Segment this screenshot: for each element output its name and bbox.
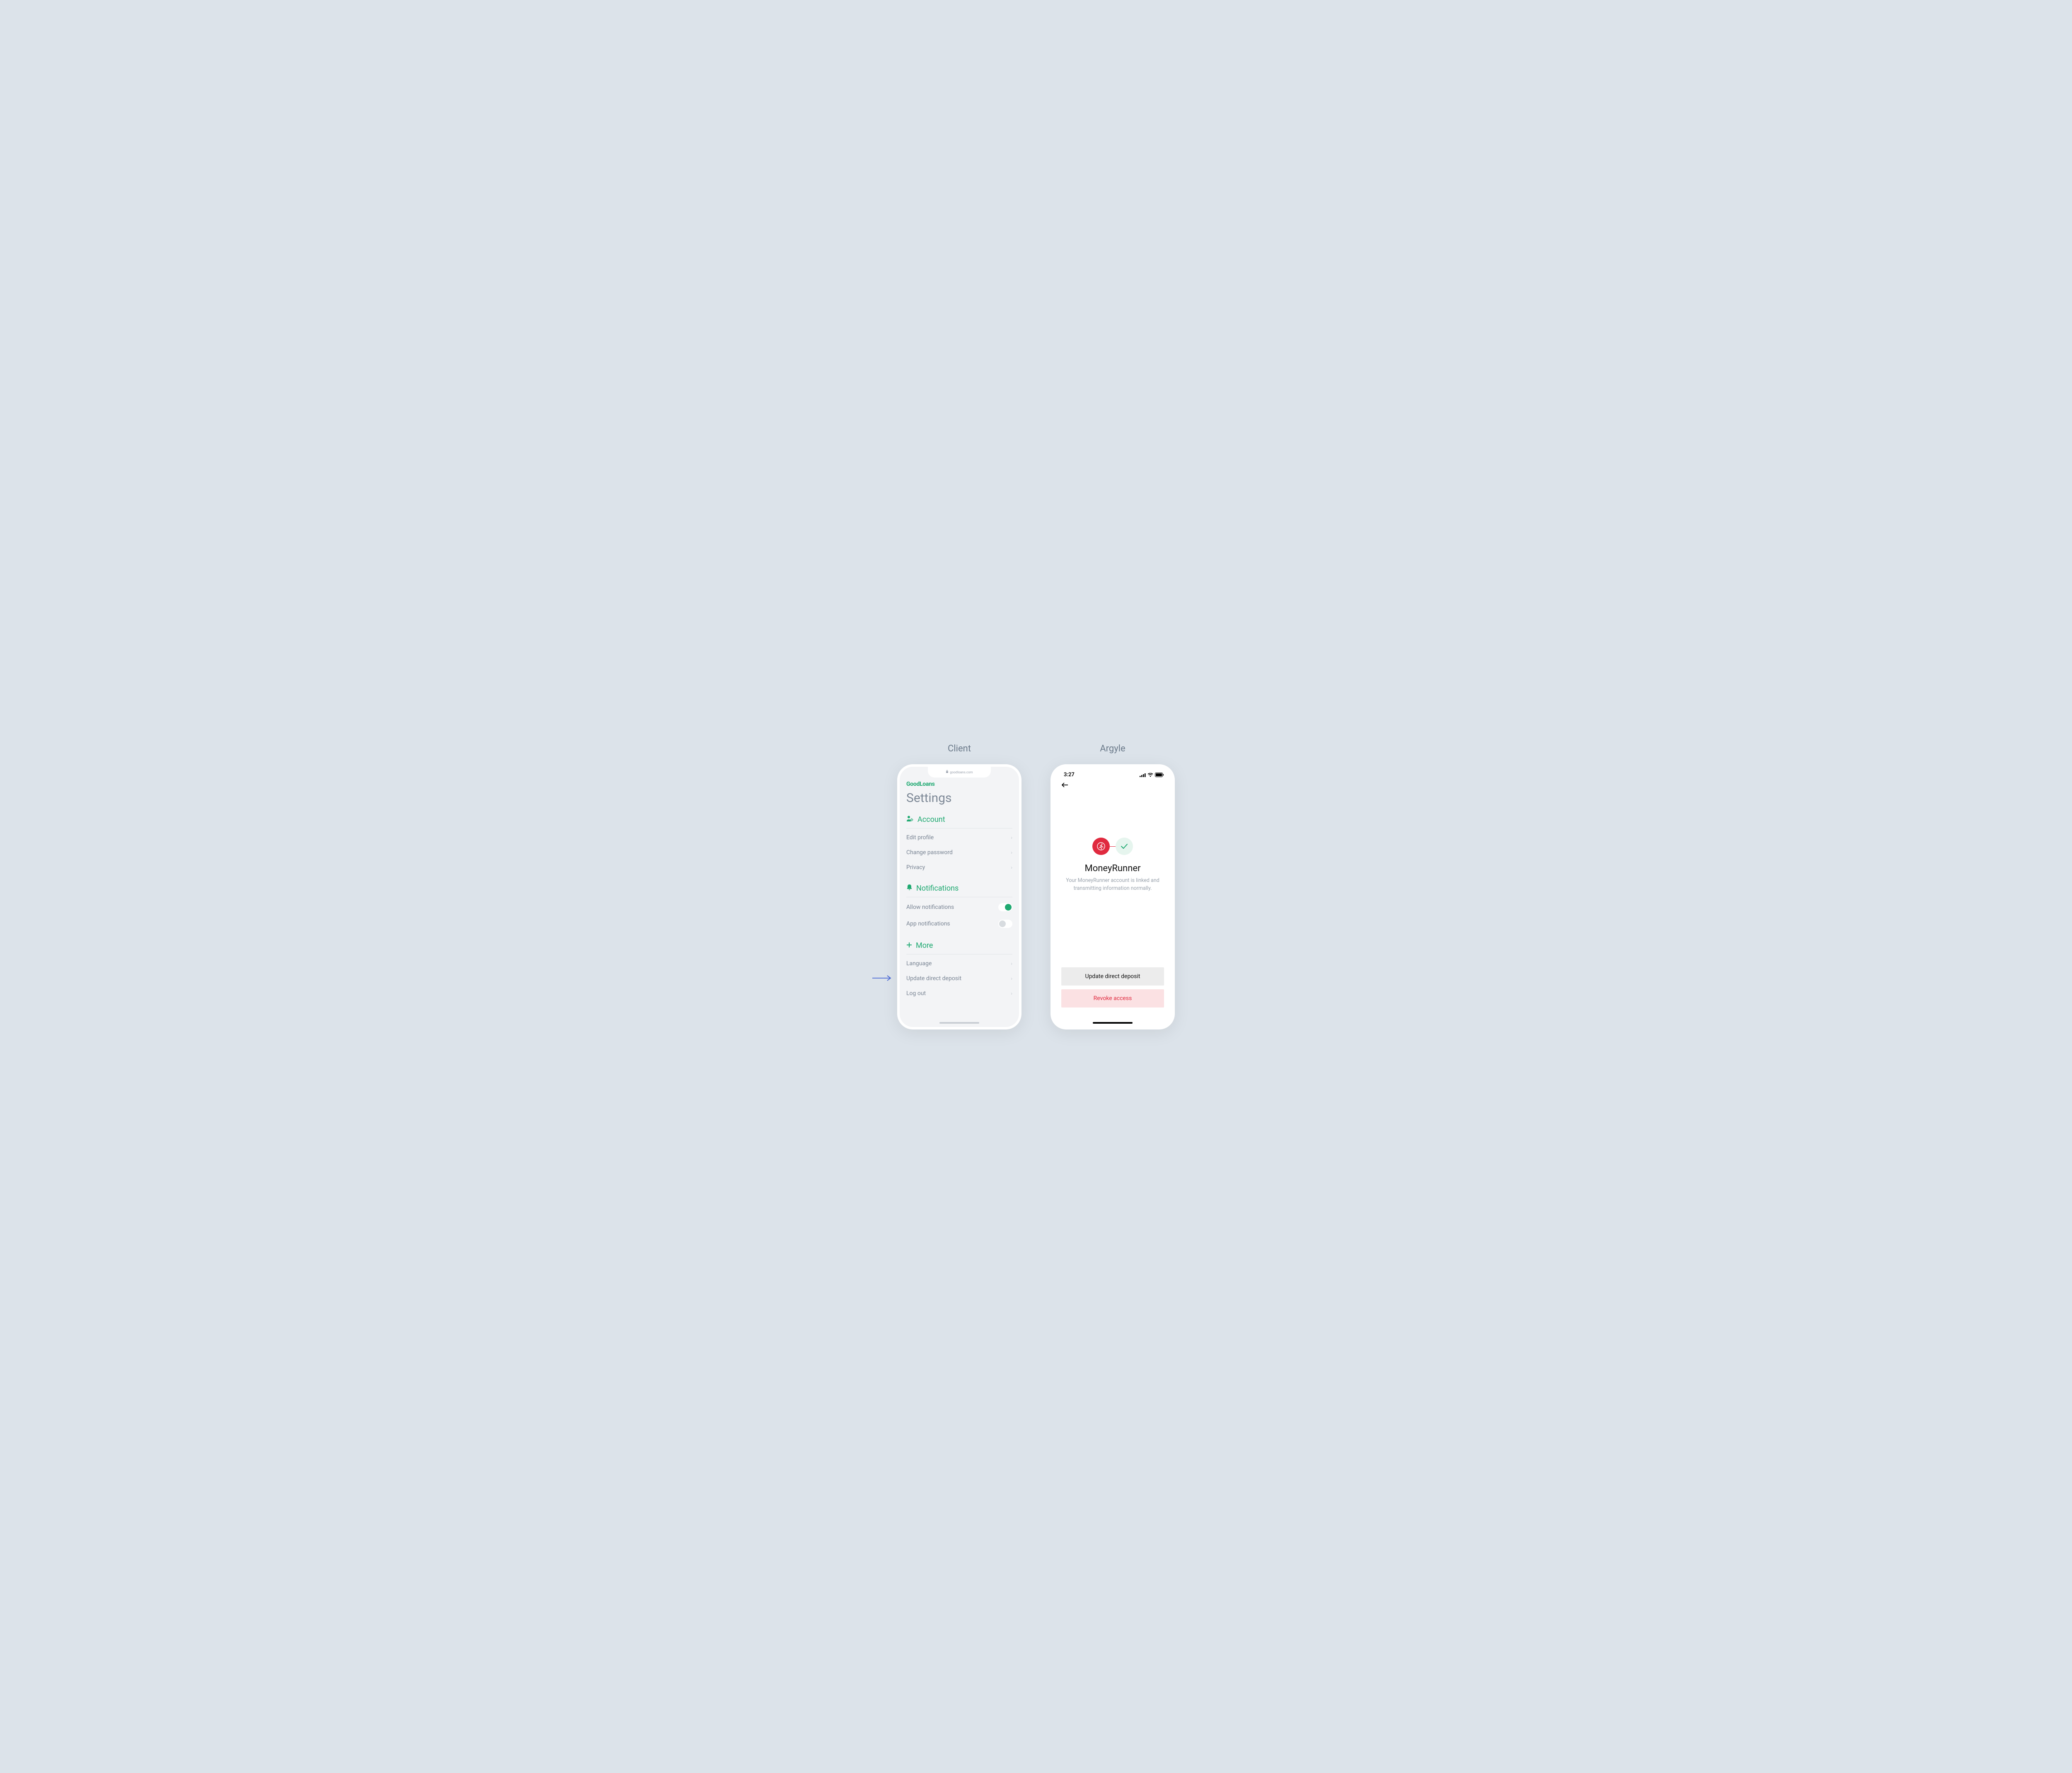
- chevron-right-icon: ›: [1011, 865, 1012, 870]
- runner-icon: [1092, 838, 1110, 855]
- logout-label: Log out: [906, 990, 926, 997]
- allow-notifications-toggle[interactable]: [998, 903, 1012, 911]
- account-section-title: Account: [917, 815, 945, 824]
- more-section-header: More: [906, 941, 1012, 954]
- notifications-section-header: Notifications: [906, 884, 1012, 897]
- chevron-right-icon: ›: [1011, 835, 1012, 840]
- update-direct-deposit-label: Update direct deposit: [906, 975, 961, 982]
- bell-icon: [906, 884, 913, 893]
- connection-icons: [1092, 838, 1133, 855]
- checkmark-icon: [1116, 838, 1133, 855]
- edit-profile-row[interactable]: Edit profile ›: [906, 830, 1012, 845]
- notifications-section-title: Notifications: [916, 884, 959, 893]
- arrow-indicator: [872, 975, 893, 983]
- chevron-right-icon: ›: [1011, 961, 1012, 966]
- brand-logo: GoodLoans: [906, 781, 1012, 787]
- argyle-title-label: Argyle: [1100, 744, 1125, 754]
- account-section-header: Account: [906, 815, 1012, 828]
- app-notifications-label: App notifications: [906, 920, 950, 927]
- privacy-label: Privacy: [906, 864, 925, 871]
- page-title: Settings: [906, 791, 1012, 805]
- person-gear-icon: [906, 815, 914, 824]
- client-title: Client: [948, 744, 971, 754]
- argyle-phone: 3:27: [1051, 764, 1175, 1029]
- change-password-label: Change password: [906, 849, 953, 856]
- change-password-row[interactable]: Change password ›: [906, 845, 1012, 860]
- update-direct-deposit-button[interactable]: Update direct deposit: [1061, 967, 1164, 986]
- account-description: Your MoneyRunner account is linked and t…: [1065, 877, 1160, 893]
- app-notifications-row: App notifications: [906, 916, 1012, 932]
- language-label: Language: [906, 960, 932, 967]
- allow-notifications-label: Allow notifications: [906, 904, 954, 911]
- phones-container: Client goodloans.com GoodLoans Settings: [897, 744, 1175, 1029]
- logout-row[interactable]: Log out ›: [906, 986, 1012, 1001]
- allow-notifications-row: Allow notifications: [906, 899, 1012, 916]
- chevron-right-icon: ›: [1011, 976, 1012, 981]
- language-row[interactable]: Language ›: [906, 956, 1012, 971]
- client-phone: goodloans.com GoodLoans Settings: [897, 764, 1021, 1029]
- connector-line: [1110, 846, 1116, 847]
- app-notifications-toggle[interactable]: [998, 920, 1012, 928]
- edit-profile-label: Edit profile: [906, 834, 934, 841]
- plus-icon: [906, 941, 912, 950]
- client-column: Client goodloans.com GoodLoans Settings: [897, 744, 1021, 1029]
- argyle-column: Argyle 3:27: [1051, 744, 1175, 1029]
- revoke-access-button[interactable]: Revoke access: [1061, 989, 1164, 1008]
- url-text: goodloans.com: [950, 770, 973, 774]
- more-section-title: More: [916, 941, 933, 950]
- phone-notch: goodloans.com: [928, 767, 991, 778]
- lock-icon: [946, 770, 949, 774]
- update-direct-deposit-row[interactable]: Update direct deposit ›: [906, 971, 1012, 986]
- privacy-row[interactable]: Privacy ›: [906, 860, 1012, 875]
- account-name: MoneyRunner: [1085, 863, 1141, 874]
- home-indicator: [1093, 1022, 1133, 1024]
- chevron-right-icon: ›: [1011, 991, 1012, 996]
- chevron-right-icon: ›: [1011, 850, 1012, 855]
- home-indicator: [939, 1022, 979, 1024]
